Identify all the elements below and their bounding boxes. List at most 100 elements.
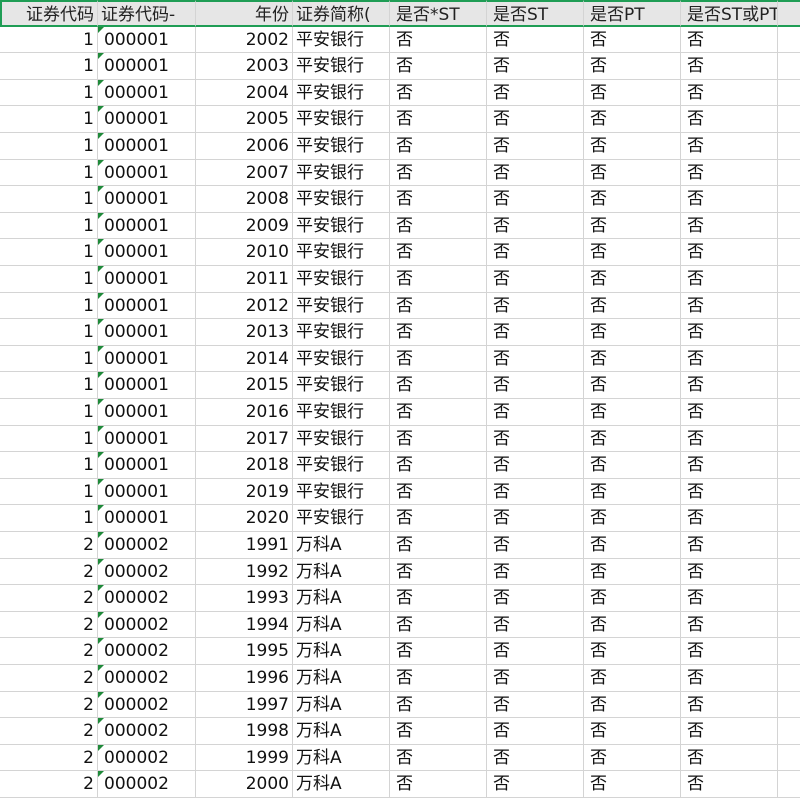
table-cell[interactable]: 否 [681,53,778,80]
table-cell[interactable]: 1994 [196,611,293,639]
table-cell[interactable]: 否 [584,239,681,266]
table-cell[interactable]: 否 [390,505,487,532]
table-cell[interactable]: 否 [487,133,584,160]
table-cell[interactable]: 000001 [98,399,196,426]
table-cell[interactable]: 000001 [98,186,196,213]
table-cell[interactable]: 否 [681,79,778,107]
table-cell[interactable]: 否 [681,159,778,187]
table-cell[interactable]: 000001 [98,159,196,187]
table-cell[interactable]: 1 [0,239,98,266]
table-cell[interactable]: 000001 [98,452,196,479]
table-cell[interactable]: 否 [390,292,487,320]
table-cell[interactable]: 1 [0,372,98,399]
table-cell[interactable]: 1 [0,26,98,54]
table-cell[interactable]: 000001 [98,106,196,133]
table-cell[interactable]: 否 [390,186,487,213]
table-cell[interactable]: 否 [584,532,681,559]
header-cell[interactable]: 证券代码 [0,0,98,27]
table-cell[interactable] [778,505,800,532]
table-cell[interactable]: 否 [584,266,681,293]
table-cell[interactable]: 平安银行 [293,106,390,133]
table-cell[interactable]: 否 [584,478,681,506]
table-cell[interactable]: 否 [390,558,487,586]
table-cell[interactable] [778,266,800,293]
table-cell[interactable]: 2 [0,638,98,665]
table-cell[interactable]: 2 [0,691,98,719]
table-cell[interactable]: 2006 [196,133,293,160]
table-cell[interactable] [778,532,800,559]
table-cell[interactable]: 2017 [196,425,293,453]
table-cell[interactable]: 2 [0,744,98,772]
header-cell[interactable]: 是否PT [584,0,681,27]
table-cell[interactable]: 平安银行 [293,186,390,213]
table-cell[interactable]: 否 [681,691,778,719]
table-cell[interactable]: 000002 [98,532,196,559]
table-cell[interactable]: 2013 [196,319,293,346]
table-cell[interactable] [778,213,800,240]
table-cell[interactable]: 否 [681,585,778,612]
table-cell[interactable]: 2000 [196,771,293,798]
table-cell[interactable]: 000001 [98,79,196,107]
table-cell[interactable]: 否 [681,425,778,453]
table-cell[interactable]: 平安银行 [293,53,390,80]
table-cell[interactable] [778,718,800,745]
table-cell[interactable]: 万科A [293,585,390,612]
table-cell[interactable]: 否 [487,212,584,240]
table-cell[interactable]: 平安银行 [293,372,390,399]
table-cell[interactable]: 2002 [196,26,293,54]
table-cell[interactable]: 1 [0,53,98,80]
table-cell[interactable]: 否 [681,292,778,320]
table-cell[interactable]: 否 [584,744,681,772]
table-cell[interactable]: 否 [584,159,681,187]
table-cell[interactable]: 否 [584,319,681,346]
table-cell[interactable]: 000002 [98,691,196,719]
table-cell[interactable]: 否 [584,771,681,798]
table-cell[interactable]: 1 [0,159,98,187]
table-cell[interactable]: 000001 [98,212,196,240]
table-cell[interactable]: 2008 [196,186,293,213]
table-cell[interactable]: 1 [0,266,98,293]
table-cell[interactable]: 000002 [98,585,196,612]
table-cell[interactable]: 否 [390,133,487,160]
table-cell[interactable]: 否 [487,159,584,187]
table-cell[interactable]: 000001 [98,133,196,160]
table-cell[interactable]: 万科A [293,691,390,719]
table-cell[interactable]: 否 [681,452,778,479]
table-cell[interactable]: 万科A [293,611,390,639]
table-cell[interactable]: 平安银行 [293,399,390,426]
table-cell[interactable]: 1 [0,133,98,160]
table-cell[interactable]: 1993 [196,585,293,612]
header-cell[interactable]: 年份 [196,0,293,27]
table-cell[interactable]: 万科A [293,638,390,665]
table-cell[interactable] [778,426,800,453]
table-cell[interactable] [778,106,800,133]
table-cell[interactable] [778,665,800,692]
table-cell[interactable] [778,133,800,160]
table-cell[interactable]: 否 [487,399,584,426]
table-cell[interactable]: 000001 [98,292,196,320]
table-cell[interactable]: 2012 [196,292,293,320]
table-cell[interactable]: 否 [681,399,778,426]
table-cell[interactable]: 000001 [98,319,196,346]
table-cell[interactable]: 否 [487,452,584,479]
table-cell[interactable]: 否 [681,239,778,266]
table-cell[interactable] [778,239,800,266]
table-cell[interactable]: 2015 [196,372,293,399]
table-cell[interactable]: 否 [681,133,778,160]
table-cell[interactable]: 平安银行 [293,452,390,479]
table-cell[interactable] [778,80,800,107]
table-cell[interactable]: 否 [390,691,487,719]
table-cell[interactable]: 否 [390,771,487,798]
table-cell[interactable]: 2019 [196,478,293,506]
table-cell[interactable]: 否 [390,744,487,772]
table-cell[interactable] [778,771,800,798]
table-cell[interactable]: 否 [390,106,487,133]
table-cell[interactable]: 否 [487,665,584,692]
table-cell[interactable]: 否 [681,212,778,240]
table-cell[interactable]: 2005 [196,106,293,133]
table-cell[interactable]: 否 [681,345,778,373]
table-cell[interactable]: 否 [681,744,778,772]
table-cell[interactable]: 否 [390,239,487,266]
table-cell[interactable]: 1996 [196,665,293,692]
table-cell[interactable]: 否 [487,532,584,559]
